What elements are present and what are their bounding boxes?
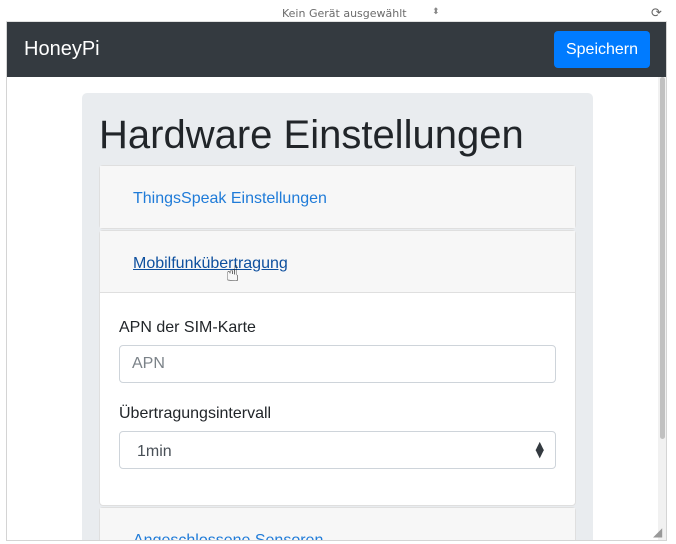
- resize-grip-icon[interactable]: ◢: [653, 525, 662, 539]
- page-title: Hardware Einstellungen: [99, 113, 524, 157]
- interval-select[interactable]: 1min ▲ ▼: [119, 431, 556, 469]
- apn-input[interactable]: [119, 345, 556, 383]
- interval-label: Übertragungsintervall: [119, 405, 272, 422]
- top-navbar: HoneyPi Speichern: [7, 22, 666, 77]
- mobile-transmission-link[interactable]: Mobilfunkübertragung: [133, 255, 288, 273]
- browser-frame: Kein Gerät ausgewählt ⬍ ⟳ HoneyPi Speich…: [0, 0, 676, 544]
- accordion-header-thingspeak[interactable]: ThingsSpeak Einstellungen: [100, 166, 575, 228]
- settings-panel: Hardware Einstellungen ThingsSpeak Einst…: [82, 93, 593, 540]
- vertical-scrollbar[interactable]: [658, 77, 666, 540]
- brand-logo-text[interactable]: HoneyPi: [24, 38, 100, 61]
- device-selector[interactable]: Kein Gerät ausgewählt: [282, 7, 407, 20]
- interval-selected-value: 1min: [137, 443, 172, 460]
- device-dropdown-arrows-icon[interactable]: ⬍: [432, 7, 440, 17]
- thingspeak-settings-link[interactable]: ThingsSpeak Einstellungen: [133, 190, 327, 208]
- accordion-card-mobile: Mobilfunkübertragung APN der SIM-Karte Ü…: [99, 230, 576, 506]
- select-arrows-icon: ▲ ▼: [535, 439, 544, 460]
- apn-label: APN der SIM-Karte: [119, 319, 256, 336]
- accordion-header-sensors[interactable]: Angeschlossene Sensoren: [100, 508, 575, 540]
- accordion-card-sensors: Angeschlossene Sensoren: [99, 507, 576, 540]
- page-viewport: HoneyPi Speichern Hardware Einstellungen…: [6, 22, 667, 541]
- device-toolbar: Kein Gerät ausgewählt ⬍ ⟳: [6, 4, 667, 22]
- accordion-header-mobile[interactable]: Mobilfunkübertragung: [100, 231, 575, 293]
- rotate-icon[interactable]: ⟳: [651, 6, 662, 21]
- hand-pointer-cursor-icon: ☝: [226, 262, 240, 287]
- save-button[interactable]: Speichern: [554, 31, 650, 68]
- mobile-settings-body: APN der SIM-Karte Übertragungsintervall …: [100, 293, 575, 505]
- accordion-card-thingspeak: ThingsSpeak Einstellungen: [99, 165, 576, 229]
- connected-sensors-link[interactable]: Angeschlossene Sensoren: [133, 532, 323, 540]
- scrollbar-thumb[interactable]: [660, 77, 665, 439]
